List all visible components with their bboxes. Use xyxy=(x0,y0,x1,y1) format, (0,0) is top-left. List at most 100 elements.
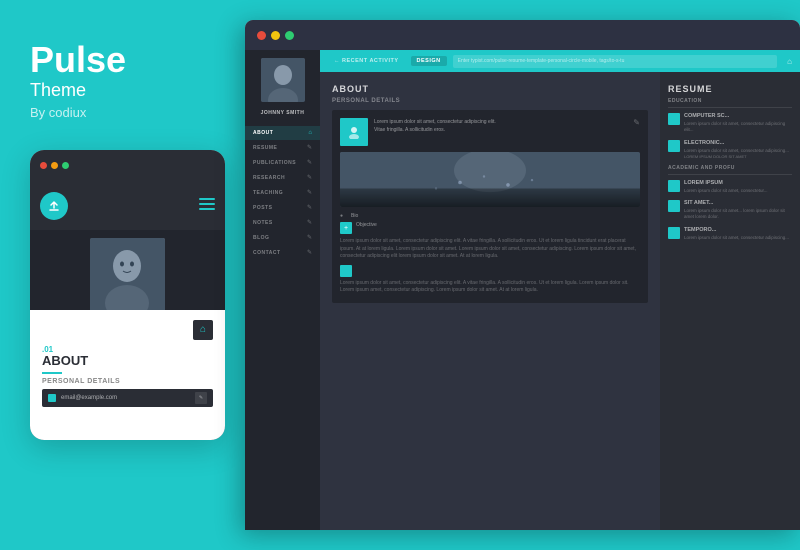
mobile-section-divider xyxy=(42,372,62,374)
desktop-address-text: Enter typist.com/pulse-resume-template-p… xyxy=(458,58,625,64)
edu-text-3: Lorem ipsum dolor sit amet, consectetur.… xyxy=(684,188,792,194)
desktop-info-row-1: ● Bio xyxy=(340,213,640,219)
desktop-profile-card: Lorem ipsum dolor sit amet, consectetur … xyxy=(332,110,648,303)
resume-edu-item-3: LOREM IPSUM Lorem ipsum dolor sit amet, … xyxy=(668,180,792,194)
resume-edu-item-5: TEMPORO... Lorem ipsum dolor sit amet, c… xyxy=(668,227,792,241)
desktop-personal-label: PERSONAL DETAILS xyxy=(332,98,648,104)
mobile-email-action[interactable]: ✎ xyxy=(195,392,207,404)
mobile-email-text: email@example.com xyxy=(61,395,117,401)
mobile-dot-yellow xyxy=(51,162,58,169)
desktop-nav-about[interactable]: ABOUT ⌂ xyxy=(245,126,320,140)
desktop-avatar-icon xyxy=(340,118,368,146)
mobile-profile-header xyxy=(30,182,225,230)
edu-content-1: COMPUTER SC... Lorem ipsum dolor sit ame… xyxy=(684,113,792,134)
desktop-nav-contact[interactable]: CONTACT ✎ xyxy=(245,245,320,260)
desktop-top-bar xyxy=(245,20,800,50)
desktop-info-bio: Bio xyxy=(351,213,358,219)
desktop-body-text-2: Lorem ipsum dolor sit amet, consectetur … xyxy=(340,280,640,295)
desktop-tab-design[interactable]: DESIGN xyxy=(411,56,447,66)
edu-marker-4 xyxy=(668,200,680,212)
mobile-dot-red xyxy=(40,162,47,169)
edu-text-2: Lorem ipsum dolor sit amet, consectetur … xyxy=(684,148,792,154)
edu-content-2: ELECTRONIC... Lorem ipsum dolor sit amet… xyxy=(684,140,792,159)
edu-marker-1 xyxy=(668,113,680,125)
edu-title-3: LOREM IPSUM xyxy=(684,180,792,186)
edu-marker-5 xyxy=(668,227,680,239)
desktop-profile-edit-icon[interactable]: ✎ xyxy=(633,118,640,127)
desktop-photo-overlay xyxy=(340,187,640,207)
mobile-email-row: email@example.com ✎ xyxy=(42,389,213,407)
brand-by: By codiux xyxy=(30,105,215,120)
desktop-bullet-icon: ● xyxy=(340,213,343,219)
desktop-nav-teaching[interactable]: TEACHING ✎ xyxy=(245,185,320,200)
edu-marker-3 xyxy=(668,180,680,192)
desktop-dot-yellow xyxy=(271,31,280,40)
edu-title-2: ELECTRONIC... xyxy=(684,140,792,146)
edu-marker-2 xyxy=(668,140,680,152)
desktop-nav-home-icon[interactable]: ⌂ xyxy=(787,57,792,66)
desktop-body-text-1: Lorem ipsum dolor sit amet, consectetur … xyxy=(340,238,640,261)
mobile-photo-container xyxy=(30,230,225,319)
desktop-main-area: ← RECENT ACTIVITY DESIGN Enter typist.co… xyxy=(320,50,800,530)
desktop-nav-research[interactable]: RESEARCH ✎ xyxy=(245,170,320,185)
desktop-main-column: ABOUT PERSONAL DETAILS xyxy=(320,72,660,530)
desktop-academic-label: ACADEMIC AND PROFU xyxy=(668,165,792,175)
edu-title-5: TEMPORO... xyxy=(684,227,792,233)
desktop-browser-nav: ← RECENT ACTIVITY DESIGN Enter typist.co… xyxy=(320,50,800,72)
mobile-home-button-row: ⌂ xyxy=(42,320,213,340)
desktop-address-bar[interactable]: Enter typist.com/pulse-resume-template-p… xyxy=(453,55,778,68)
desktop-action-row: + Objective xyxy=(340,222,640,234)
desktop-mockup: JOHNNY SMITH ABOUT ⌂ RESUME ✎ PUBLICATIO… xyxy=(245,20,800,530)
desktop-window-dots xyxy=(257,31,294,40)
brand-title: Pulse xyxy=(30,40,215,80)
mobile-mockup: Johnny Smith PhD Computer Science ▲ San … xyxy=(30,150,225,440)
desktop-resume-column: RESUME EDUCATION COMPUTER SC... Lorem ip… xyxy=(660,72,800,530)
resume-edu-item-1: COMPUTER SC... Lorem ipsum dolor sit ame… xyxy=(668,113,792,134)
edu-content-5: TEMPORO... Lorem ipsum dolor sit amet, c… xyxy=(684,227,792,241)
desktop-profile-large-photo xyxy=(340,152,640,207)
resume-edu-item-4: SIT AMET... Lorem ipsum dolor sit amet..… xyxy=(668,200,792,221)
resume-edu-item-2: ELECTRONIC... Lorem ipsum dolor sit amet… xyxy=(668,140,792,159)
desktop-sidebar-name: JOHNNY SMITH xyxy=(261,110,305,116)
mobile-menu-icon[interactable] xyxy=(199,197,215,215)
edu-text-5: Lorem ipsum dolor sit amet, consectetur … xyxy=(684,235,792,241)
brand-subtitle: Theme xyxy=(30,80,215,101)
desktop-dot-red xyxy=(257,31,266,40)
mobile-profile-photo xyxy=(90,238,165,313)
desktop-nav-publications[interactable]: PUBLICATIONS ✎ xyxy=(245,155,320,170)
desktop-dot-green xyxy=(285,31,294,40)
desktop-profile-header: Lorem ipsum dolor sit amet, consectetur … xyxy=(340,118,640,146)
desktop-about-title: ABOUT xyxy=(332,84,648,94)
edu-text-4: Lorem ipsum dolor sit amet... lorem ipsu… xyxy=(684,208,792,221)
mobile-home-button[interactable]: ⌂ xyxy=(193,320,213,340)
mobile-content-area: ⌂ .01 ABOUT PERSONAL DETAILS email@examp… xyxy=(30,310,225,440)
mobile-email-icon xyxy=(48,394,56,402)
desktop-action-icon-1[interactable]: + xyxy=(340,222,352,234)
mobile-personal-details-label: PERSONAL DETAILS xyxy=(42,378,213,385)
edu-content-4: SIT AMET... Lorem ipsum dolor sit amet..… xyxy=(684,200,792,221)
edu-content-3: LOREM IPSUM Lorem ipsum dolor sit amet, … xyxy=(684,180,792,194)
left-panel: Pulse Theme By codiux xyxy=(0,0,245,550)
desktop-resume-title: RESUME xyxy=(668,84,792,94)
desktop-nav-resume[interactable]: RESUME ✎ xyxy=(245,140,320,155)
desktop-sidebar-avatar xyxy=(261,58,305,102)
desktop-tab-recent[interactable]: ← RECENT ACTIVITY xyxy=(328,56,405,66)
edu-text-1: Lorem ipsum dolor sit amet, consectetur … xyxy=(684,121,792,134)
mobile-window-dots xyxy=(40,162,69,169)
desktop-profile-text: Lorem ipsum dolor sit amet, consectetur … xyxy=(374,118,496,134)
mobile-upload-icon xyxy=(40,192,68,220)
desktop-body: ABOUT PERSONAL DETAILS xyxy=(320,72,800,530)
mobile-dot-green xyxy=(62,162,69,169)
desktop-education-label: EDUCATION xyxy=(668,98,792,108)
mobile-section-heading: ABOUT xyxy=(42,354,213,368)
desktop-objective-text: Objective xyxy=(356,222,377,234)
mobile-top-bar xyxy=(30,150,225,182)
desktop-nav-posts[interactable]: POSTS ✎ xyxy=(245,200,320,215)
edu-title-1: COMPUTER SC... xyxy=(684,113,792,119)
desktop-action-icon-2[interactable] xyxy=(340,265,352,277)
desktop-nav-blog[interactable]: BLOG ✎ xyxy=(245,230,320,245)
desktop-content: JOHNNY SMITH ABOUT ⌂ RESUME ✎ PUBLICATIO… xyxy=(245,50,800,530)
desktop-nav-notes[interactable]: NOTES ✎ xyxy=(245,215,320,230)
desktop-action-row-2 xyxy=(340,265,640,277)
edu-extra-2: LOREM IPSUM DOLOR SIT AMET xyxy=(684,154,792,159)
